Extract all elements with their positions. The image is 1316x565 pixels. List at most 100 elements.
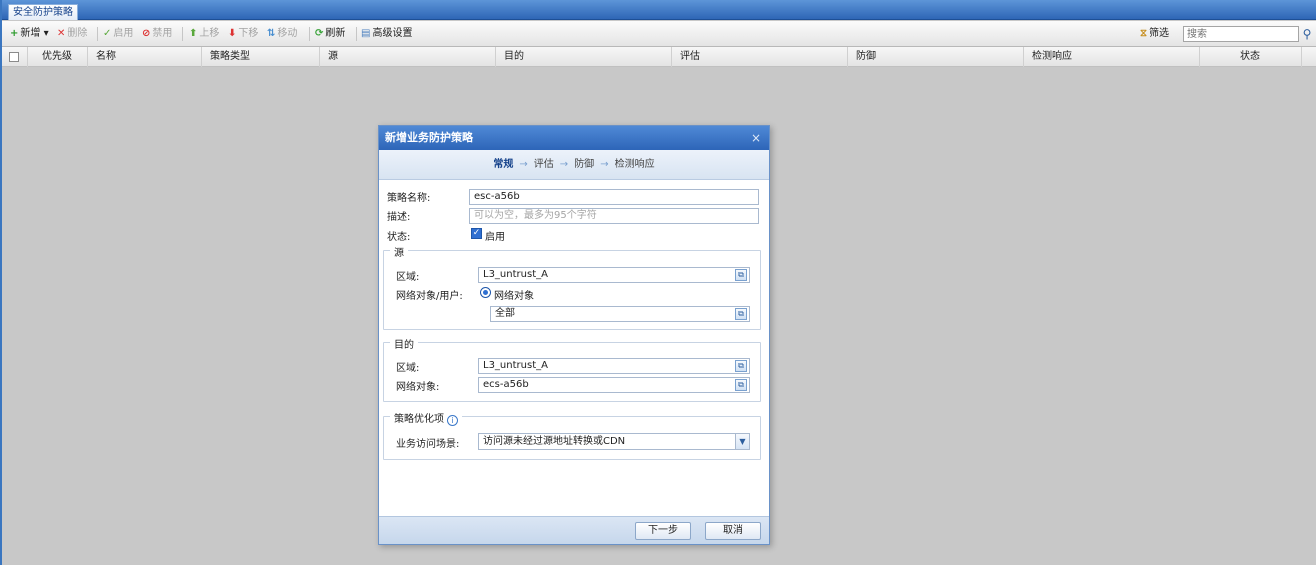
- col-defense[interactable]: 防御: [848, 47, 1024, 67]
- arrow-down-icon: ⬇: [228, 28, 237, 39]
- col-detection-response[interactable]: 检测响应: [1024, 47, 1200, 67]
- delete-label: 删除: [67, 28, 88, 39]
- select-all-checkbox[interactable]: [9, 52, 19, 62]
- check-icon: ✓: [103, 28, 112, 39]
- step-detection-response[interactable]: 检测响应: [615, 159, 655, 170]
- step-evaluation[interactable]: 评估: [534, 159, 554, 170]
- wizard-steps: 常规 → 评估 → 防御 → 检测响应: [379, 150, 769, 180]
- move-up-button[interactable]: ⬆ 上移: [189, 26, 219, 42]
- forbidden-icon: ⊘: [142, 28, 151, 39]
- picker-icon[interactable]: ⧉: [735, 360, 747, 372]
- description-input[interactable]: 可以为空，最多为95个字符: [469, 208, 759, 224]
- optimization-legend-text: 策略优化项: [394, 414, 444, 425]
- new-button[interactable]: + 新增 ▾: [10, 26, 49, 42]
- search-icon[interactable]: ⚲: [1300, 25, 1314, 43]
- arrow-up-icon: ⬆: [189, 28, 198, 39]
- enable-label: 启用: [113, 28, 134, 39]
- dest-net-obj-value: ecs-a56b: [483, 379, 529, 390]
- col-source[interactable]: 源: [320, 47, 496, 67]
- scene-select[interactable]: 访问源未经过源地址转换或CDN ▼: [478, 433, 750, 450]
- source-net-obj-value: 全部: [495, 308, 515, 319]
- step-defense[interactable]: 防御: [574, 159, 594, 170]
- filter-icon: ⧖: [1140, 28, 1148, 39]
- next-button[interactable]: 下一步: [635, 522, 691, 540]
- network-object-radio-label: 网络对象: [494, 291, 534, 302]
- optimization-legend: 策略优化项 i: [390, 410, 462, 426]
- cancel-button[interactable]: 取消: [705, 522, 761, 540]
- col-priority[interactable]: 优先级: [28, 47, 88, 67]
- col-policy-type[interactable]: 策略类型: [202, 47, 320, 67]
- dest-net-obj-label: 网络对象:: [396, 382, 440, 393]
- move-button[interactable]: ⇅ 移动: [267, 26, 297, 42]
- col-status[interactable]: 状态: [1200, 47, 1302, 67]
- dialog-title: 新增业务防护策略: [385, 131, 473, 144]
- col-evaluation[interactable]: 评估: [672, 47, 848, 67]
- info-icon[interactable]: i: [447, 415, 458, 426]
- col-destination[interactable]: 目的: [496, 47, 672, 67]
- down-label: 下移: [238, 28, 259, 39]
- source-zone-label: 区域:: [396, 272, 420, 283]
- picker-icon[interactable]: ⧉: [735, 379, 747, 391]
- dialog-title-bar[interactable]: 新增业务防护策略 ×: [379, 126, 769, 150]
- delete-button[interactable]: ✕ 删除: [57, 26, 87, 42]
- up-label: 上移: [199, 28, 220, 39]
- destination-fieldset: 目的 区域: L3_untrust_A ⧉ 网络对象: ecs-a56b ⧉: [383, 336, 761, 402]
- advanced-settings-button[interactable]: ▤ 高级设置: [361, 26, 412, 42]
- optimization-fieldset: 策略优化项 i 业务访问场景: 访问源未经过源地址转换或CDN ▼: [383, 410, 761, 460]
- select-all-cell: [2, 47, 28, 67]
- dest-zone-input[interactable]: L3_untrust_A ⧉: [478, 358, 750, 374]
- move-down-button[interactable]: ⬇ 下移: [228, 26, 258, 42]
- toolbar-separator: [182, 27, 183, 41]
- toolbar-separator: [356, 27, 357, 41]
- new-label: 新增: [20, 28, 41, 39]
- picker-icon[interactable]: ⧉: [735, 269, 747, 281]
- dropdown-arrow-icon: ▾: [43, 28, 49, 39]
- scene-label: 业务访问场景:: [396, 439, 460, 450]
- network-object-radio[interactable]: [480, 287, 491, 298]
- app-window: 安全防护策略 + 新增 ▾ ✕ 删除 ✓ 启用 ⊘ 禁用 ⬆ 上移 ⬇ 下移 ⇅ 移动 ⟳ 刷新…: [0, 0, 1316, 565]
- col-name[interactable]: 名称: [88, 47, 202, 67]
- destination-legend: 目的: [390, 336, 418, 351]
- description-label: 描述:: [387, 212, 411, 223]
- disable-label: 禁用: [152, 28, 173, 39]
- search-input[interactable]: [1183, 26, 1299, 42]
- policy-name-label: 策略名称:: [387, 193, 431, 204]
- new-policy-dialog: 新增业务防护策略 × 常规 → 评估 → 防御 → 检测响应 策略名称: esc-a56b …: [378, 125, 770, 545]
- move-label: 移动: [277, 28, 298, 39]
- toolbar: + 新增 ▾ ✕ 删除 ✓ 启用 ⊘ 禁用 ⬆ 上移 ⬇ 下移 ⇅ 移动 ⟳ 刷新 ▤ 高级设置 …: [2, 21, 1316, 47]
- toolbar-separator: [97, 27, 98, 41]
- delete-x-icon: ✕: [57, 28, 66, 39]
- source-zone-input[interactable]: L3_untrust_A ⧉: [478, 267, 750, 283]
- close-icon[interactable]: ×: [751, 126, 761, 150]
- enable-button[interactable]: ✓ 启用: [103, 26, 133, 42]
- step-general[interactable]: 常规: [493, 159, 513, 170]
- dialog-body: 策略名称: esc-a56b 描述: 可以为空，最多为95个字符 状态: ✓ 启…: [379, 180, 769, 518]
- source-net-obj-input[interactable]: 全部 ⧉: [490, 306, 750, 322]
- refresh-button[interactable]: ⟳ 刷新: [315, 26, 345, 42]
- source-zone-value: L3_untrust_A: [483, 269, 548, 280]
- dest-zone-label: 区域:: [396, 363, 420, 374]
- move-icon: ⇅: [267, 28, 276, 39]
- filter-label: 筛选: [1149, 28, 1170, 39]
- arrow-right-icon: →: [600, 159, 609, 170]
- status-label: 状态:: [387, 232, 411, 243]
- advanced-label: 高级设置: [372, 28, 413, 39]
- disable-button[interactable]: ⊘ 禁用: [142, 26, 172, 42]
- arrow-right-icon: →: [559, 159, 569, 170]
- tab-bar: 安全防护策略: [2, 0, 1316, 20]
- status-enable-checkbox[interactable]: ✓: [471, 228, 482, 239]
- status-enable-label: 启用: [485, 232, 505, 243]
- settings-page-icon: ▤: [361, 28, 371, 39]
- dialog-footer: 下一步 取消: [379, 516, 769, 544]
- picker-icon[interactable]: ⧉: [735, 308, 747, 320]
- plus-icon: +: [10, 28, 19, 39]
- tab-security-policy[interactable]: 安全防护策略: [8, 4, 78, 20]
- source-legend: 源: [390, 244, 408, 259]
- policy-name-input[interactable]: esc-a56b: [469, 189, 759, 205]
- filter-button[interactable]: ⧖ 筛选: [1140, 26, 1169, 42]
- chevron-down-icon[interactable]: ▼: [735, 434, 749, 449]
- arrow-right-icon: →: [519, 159, 528, 170]
- dest-zone-value: L3_untrust_A: [483, 360, 548, 371]
- refresh-label: 刷新: [325, 28, 346, 39]
- dest-net-obj-input[interactable]: ecs-a56b ⧉: [478, 377, 750, 393]
